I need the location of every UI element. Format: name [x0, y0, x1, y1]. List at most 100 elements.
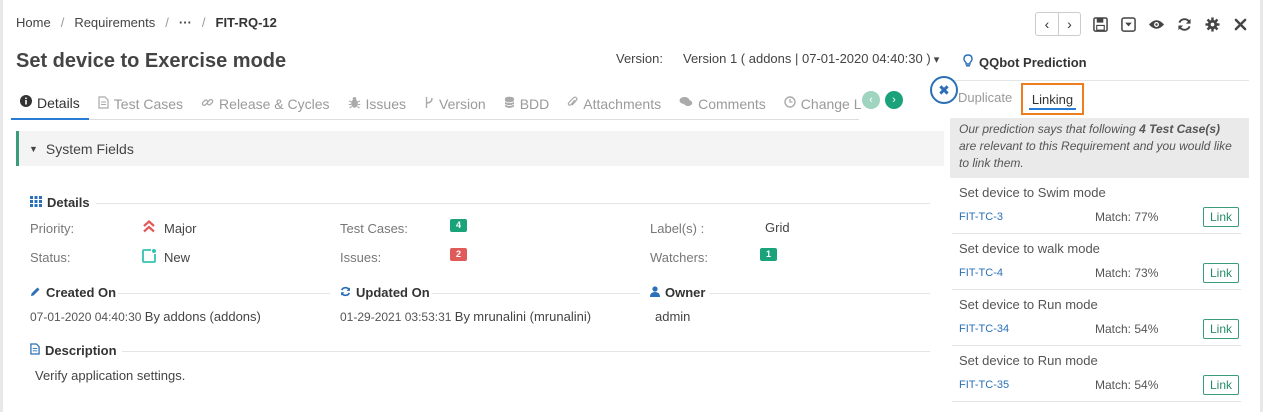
breadcrumb-requirements[interactable]: Requirements: [74, 15, 155, 30]
issues-label: Issues:: [340, 250, 382, 265]
test-cases-badge[interactable]: 4: [450, 219, 467, 232]
toolbar: ‹ ›: [1035, 12, 1249, 36]
version-selector: Version: Version 1 ( addons | 07-01-2020…: [616, 51, 939, 66]
section-title-text: Description: [45, 343, 117, 358]
tab-bar: Details Test Cases Release & Cycles Issu…: [11, 88, 862, 120]
tab-duplicate[interactable]: Duplicate: [958, 90, 1012, 105]
message-count: 4 Test Case(s): [1139, 122, 1221, 136]
tab-test-cases[interactable]: Test Cases: [89, 88, 192, 120]
prediction-item-divider: [952, 401, 1241, 402]
pencil-icon: [30, 286, 41, 300]
prediction-item-divider: [952, 233, 1241, 234]
prediction-item-match: Match: 54%: [1095, 378, 1159, 392]
tab-change-log[interactable]: Change L: [775, 88, 862, 120]
prediction-title-text: QQbot Prediction: [979, 55, 1087, 70]
breadcrumb-ellipsis[interactable]: ···: [179, 15, 192, 30]
tab-version[interactable]: Version: [415, 88, 495, 120]
system-fields-header[interactable]: ▼ System Fields: [16, 131, 944, 166]
details-divider: [96, 203, 930, 204]
owner-title: Owner: [650, 285, 705, 300]
details-section-title: Details: [30, 195, 90, 210]
tab-comments[interactable]: Comments: [670, 88, 775, 120]
tab-bdd[interactable]: BDD: [495, 88, 559, 120]
save-icon[interactable]: [1091, 15, 1109, 33]
created-divider: [118, 293, 330, 294]
updated-meta: 01-29-2021 03:53:31 By mrunalini (mrunal…: [340, 309, 591, 324]
tab-label: Details: [37, 94, 80, 111]
eye-icon[interactable]: [1147, 15, 1165, 33]
refresh-icon[interactable]: [1175, 15, 1193, 33]
previous-record-button[interactable]: ‹: [1036, 13, 1058, 35]
close-icon[interactable]: [1231, 15, 1249, 33]
page-title: Set device to Exercise mode: [16, 50, 287, 72]
link-button[interactable]: Link: [1203, 319, 1239, 339]
close-prediction-button[interactable]: ✖: [930, 76, 958, 104]
tab-label: Attachments: [583, 95, 662, 112]
clock-icon: [784, 96, 796, 111]
breadcrumb-home[interactable]: Home: [16, 15, 51, 30]
breadcrumb: Home / Requirements / ··· / FIT-RQ-12: [16, 15, 277, 30]
document-icon: [30, 343, 40, 358]
paperclip-icon: [567, 96, 578, 112]
description-divider: [122, 351, 930, 352]
updated-on-title: Updated On: [340, 285, 430, 300]
tab-scroll-left-button[interactable]: ‹: [862, 91, 880, 109]
tab-details[interactable]: Details: [11, 88, 89, 120]
issues-badge[interactable]: 2: [450, 248, 467, 261]
user-icon: [650, 285, 660, 300]
link-button[interactable]: Link: [1203, 207, 1239, 227]
section-title-text: Owner: [665, 285, 706, 300]
description-title: Description: [30, 343, 117, 358]
tab-issues[interactable]: Issues: [339, 88, 415, 120]
dropdown-box-icon[interactable]: [1119, 15, 1137, 33]
refresh-icon: [340, 286, 351, 300]
created-meta: 07-01-2020 04:40:30 By addons (addons): [30, 309, 261, 324]
next-record-button[interactable]: ›: [1058, 13, 1080, 35]
prediction-item-title: Set device to Run mode: [959, 297, 1098, 312]
tab-scroll-right-button[interactable]: ›: [885, 91, 903, 109]
breadcrumb-separator: /: [165, 15, 169, 30]
breadcrumb-separator: /: [201, 15, 206, 30]
record-navigation: ‹ ›: [1035, 12, 1081, 36]
watchers-badge[interactable]: 1: [760, 248, 777, 261]
prediction-item-id[interactable]: FIT-TC-4: [959, 267, 1003, 279]
test-cases-count[interactable]: 4: [450, 219, 467, 232]
prediction-item-title: Set device to Run mode: [959, 353, 1098, 368]
prediction-item-id[interactable]: FIT-TC-3: [959, 211, 1003, 223]
version-dropdown[interactable]: Version 1 ( addons | 07-01-2020 04:40:30…: [683, 51, 939, 66]
prediction-item-title: Set device to walk mode: [959, 241, 1100, 256]
tab-label: Change L: [800, 95, 862, 112]
priority-label: Priority:: [30, 221, 75, 236]
prediction-item-id[interactable]: FIT-TC-34: [959, 323, 1009, 335]
created-user: addons (addons): [163, 309, 261, 324]
link-button[interactable]: Link: [1203, 375, 1239, 395]
tab-label: Issues: [365, 95, 407, 112]
prediction-item-match: Match: 77%: [1095, 210, 1159, 224]
link-icon: [201, 96, 214, 112]
tab-label: Release & Cycles: [219, 95, 330, 112]
labels-label: Label(s) :: [650, 221, 705, 236]
tab-attachments[interactable]: Attachments: [558, 88, 670, 120]
document-icon: [98, 95, 109, 112]
version-label: Version:: [616, 51, 663, 66]
owner-value: admin: [655, 309, 691, 324]
tab-label: Comments: [698, 95, 766, 112]
gear-icon[interactable]: [1203, 15, 1221, 33]
link-button[interactable]: Link: [1203, 263, 1239, 283]
watchers-count[interactable]: 1: [760, 248, 777, 261]
description-text: Verify application settings.: [35, 368, 186, 383]
tab-linking[interactable]: Linking: [1021, 83, 1084, 115]
test-cases-label: Test Cases:: [340, 221, 408, 236]
info-icon: [20, 95, 32, 110]
prediction-item-id[interactable]: FIT-TC-35: [959, 379, 1009, 391]
status-text: New: [164, 250, 191, 265]
issues-count[interactable]: 2: [450, 248, 467, 261]
section-title-text: Updated On: [356, 285, 430, 300]
message-text: Our prediction says that following: [959, 122, 1140, 136]
qqbot-prediction-title: QQbot Prediction: [963, 54, 1087, 71]
prediction-item-match: Match: 73%: [1095, 266, 1159, 280]
status-value: New: [142, 249, 190, 266]
updated-divider: [432, 293, 640, 294]
tab-release-cycles[interactable]: Release & Cycles: [192, 88, 339, 120]
breadcrumb-separator: /: [60, 15, 65, 30]
